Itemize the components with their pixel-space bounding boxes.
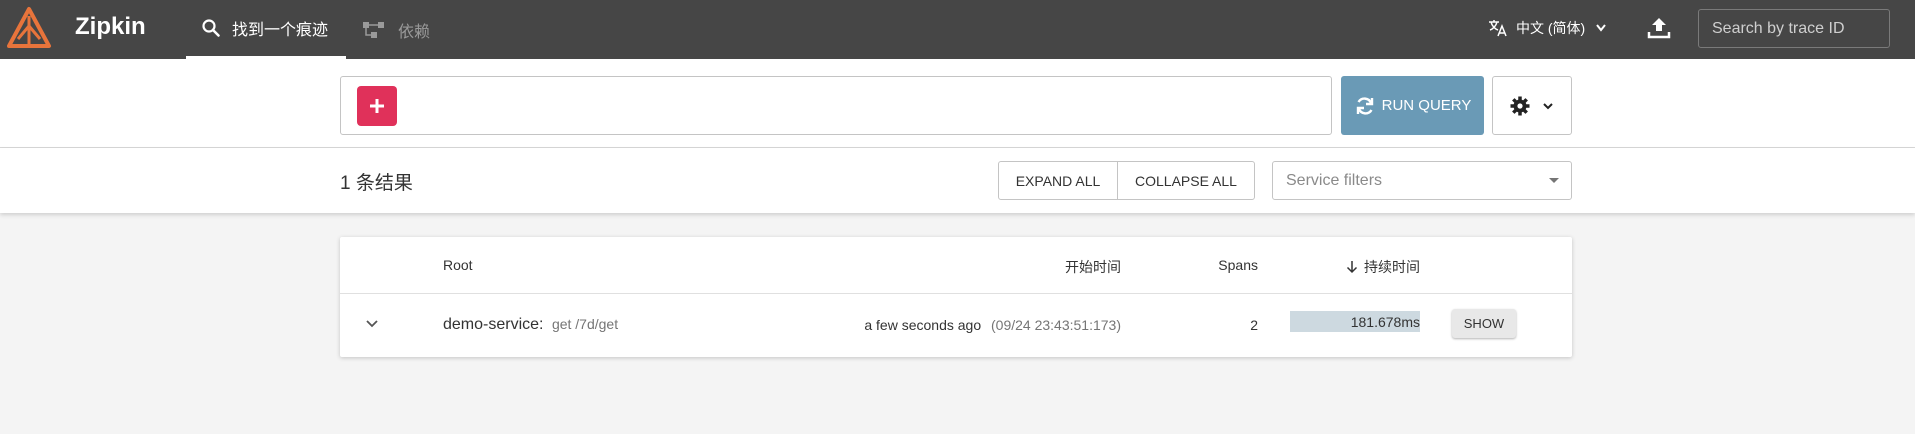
results-count: 1 条结果 <box>340 173 413 194</box>
start-time-cell: a few seconds ago (09/24 23:43:51:173) <box>864 317 1121 333</box>
plus-icon <box>370 99 384 113</box>
root-service-cell: demo-service: get /7d/get <box>443 316 618 334</box>
zipkin-logo-icon[interactable] <box>6 6 52 52</box>
run-query-label: RUN QUERY <box>1381 97 1472 114</box>
column-header-duration-label: 持续时间 <box>1364 259 1420 275</box>
span-name: get /7d/get <box>551 316 619 332</box>
language-label: 中文 (简体) <box>1516 19 1586 36</box>
chevron-down-icon <box>1543 102 1553 109</box>
translate-icon <box>1489 19 1507 36</box>
run-query-button[interactable]: RUN QUERY <box>1341 76 1484 135</box>
arrow-down-icon <box>1346 261 1358 274</box>
table-header: Root 开始时间 Spans 持续时间 <box>340 237 1572 294</box>
query-bar: RUN QUERY <box>0 59 1915 148</box>
spans-count-cell: 2 <box>1250 317 1258 333</box>
absolute-time: (09/24 23:43:51:173) <box>991 317 1121 333</box>
search-icon <box>202 19 220 37</box>
duration-bar: 181.678ms <box>1290 311 1420 332</box>
column-header-duration[interactable]: 持续时间 <box>1346 257 1420 277</box>
results-bar: 1 条结果 EXPAND ALL COLLAPSE ALL Service fi… <box>0 148 1915 213</box>
dropdown-caret-icon <box>1549 178 1559 183</box>
settings-button[interactable] <box>1492 76 1572 135</box>
tab-find-trace[interactable]: 找到一个痕迹 <box>186 0 346 59</box>
duration-value: 181.678ms <box>1350 314 1420 330</box>
service-filter-placeholder: Service filters <box>1286 172 1383 189</box>
language-selector[interactable]: 中文 (简体) <box>1488 0 1619 55</box>
table-row[interactable]: demo-service: get /7d/get a few seconds … <box>340 294 1572 357</box>
dependencies-icon <box>363 21 384 38</box>
column-header-spans[interactable]: Spans <box>1218 257 1258 273</box>
tab-dependencies[interactable]: 依赖 <box>362 0 430 59</box>
results-table: Root 开始时间 Spans 持续时间 demo-service: get /… <box>340 237 1572 357</box>
column-header-start-time[interactable]: 开始时间 <box>1065 257 1121 277</box>
app-header: Zipkin 找到一个痕迹 依赖 中文 (简体) Search by trace… <box>0 0 1915 59</box>
chevron-down-icon[interactable] <box>363 315 381 333</box>
add-criteria-button[interactable] <box>357 86 397 126</box>
show-trace-button[interactable]: SHOW <box>1452 309 1516 338</box>
tab-dependencies-label: 依赖 <box>398 23 431 41</box>
column-header-root[interactable]: Root <box>443 257 473 273</box>
tab-find-trace-label: 找到一个痕迹 <box>232 22 329 39</box>
upload-icon[interactable] <box>1646 15 1672 41</box>
refresh-icon <box>1356 96 1373 115</box>
gear-icon <box>1510 96 1530 115</box>
collapse-all-button[interactable]: COLLAPSE ALL <box>1117 161 1255 200</box>
service-name: demo-service: <box>443 316 544 333</box>
relative-time: a few seconds ago <box>864 317 982 333</box>
brand-name[interactable]: Zipkin <box>75 13 146 41</box>
expand-all-button[interactable]: EXPAND ALL <box>998 161 1118 200</box>
service-filter-select[interactable]: Service filters <box>1272 161 1572 200</box>
chevron-down-icon <box>1596 23 1606 32</box>
query-criteria-box[interactable] <box>340 76 1332 135</box>
trace-id-search-input[interactable]: Search by trace ID <box>1698 9 1890 48</box>
